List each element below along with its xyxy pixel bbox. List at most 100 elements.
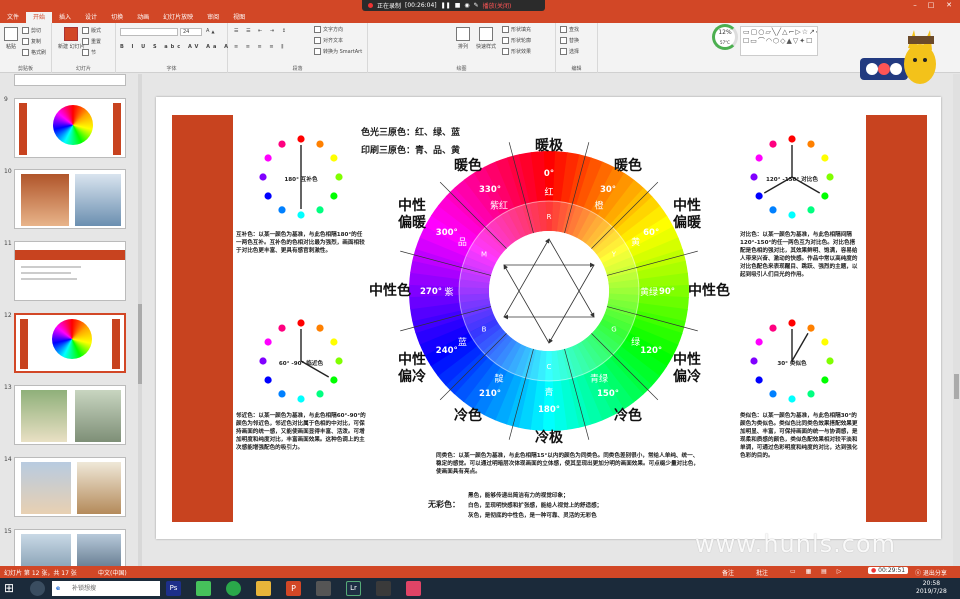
replace-button[interactable]: 替换: [560, 37, 579, 44]
color-name-label: 靛: [494, 373, 503, 385]
degree-label: 240°: [436, 346, 458, 356]
find-button[interactable]: 查找: [560, 26, 579, 33]
exit-share-button[interactable]: ⓧ 退出分享: [915, 568, 947, 577]
windows-start-icon[interactable]: ⊞: [4, 581, 19, 596]
color-wheel-slide: 0° 30° 60° 90° 120° 150° 180° 210° 240° 270° 300° 3…: [172, 115, 927, 522]
thumbnail-slide-13[interactable]: [14, 385, 126, 445]
shapes-gallery[interactable]: ▭▢○▱╲╱△⌐▷☆↗⇨⇦⇧⊂{}☐▭⌒◠⬡◇▲▽✦☐: [740, 26, 818, 56]
effects-icon: [502, 48, 509, 55]
smartart-button[interactable]: 转换为 SmartArt: [314, 48, 362, 55]
wechat-icon[interactable]: [196, 581, 211, 596]
mini-wheel-dot: [278, 324, 286, 332]
thumbnail-slide-10[interactable]: [14, 169, 126, 229]
maximize-button[interactable]: □: [926, 0, 936, 11]
camera-icon[interactable]: ◉: [464, 2, 469, 9]
align-text-button[interactable]: 对齐文本: [314, 37, 343, 44]
thumbnail-scrollbar[interactable]: [138, 74, 142, 566]
app-icon[interactable]: [316, 581, 331, 596]
slide-thumbnail-panel: 9 10 11 12 13 14 15: [0, 74, 142, 566]
powerpoint-icon[interactable]: P: [286, 581, 301, 596]
tab-insert[interactable]: 插入: [52, 12, 78, 23]
pen-icon[interactable]: ✎: [474, 2, 479, 9]
slide-scrollbar[interactable]: [953, 74, 960, 566]
thumbnail-slide-12[interactable]: [14, 313, 126, 373]
playback-status[interactable]: 播放(关闭): [483, 1, 512, 10]
close-button[interactable]: ✕: [944, 0, 954, 11]
list-buttons[interactable]: ☰ ☰ ⇤ ⇥ ↕: [234, 28, 289, 34]
mini-wheel-dot: [297, 395, 305, 403]
font-grow-button[interactable]: A ▲: [206, 28, 215, 34]
thumbnail-number: 15: [4, 528, 12, 535]
mini-wheel-dot: [788, 211, 796, 219]
taskbar-clock[interactable]: 20:58 2019/7/28: [916, 580, 947, 596]
folder-icon[interactable]: [256, 581, 271, 596]
browser-green-icon[interactable]: [226, 581, 241, 596]
thumbnail-slide-11[interactable]: [14, 241, 126, 301]
tab-home[interactable]: 开始: [26, 12, 53, 23]
minimize-button[interactable]: –: [910, 0, 920, 11]
reset-button[interactable]: 重置: [82, 38, 101, 45]
select-button[interactable]: 选择: [560, 48, 579, 55]
lightroom-icon[interactable]: Lr: [346, 581, 361, 596]
new-slide-button[interactable]: 新建 幻灯片: [58, 27, 85, 50]
color-wheel: 0° 30° 60° 90° 120° 150° 180° 210° 240° 270° 300° 3…: [400, 142, 698, 440]
tab-review[interactable]: 审阅: [200, 12, 226, 23]
view-buttons[interactable]: ▭ ▦ ▤ ▷: [790, 568, 845, 575]
shape-outline-button[interactable]: 形状轮廓: [502, 37, 531, 44]
drawing-group: ▭▢○▱╲╱△⌐▷☆↗⇨⇦⇧⊂{}☐▭⌒◠⬡◇▲▽✦☐ 排列 快速样式 形状填充…: [368, 23, 818, 73]
chat-icon[interactable]: [406, 581, 421, 596]
section-button[interactable]: 节: [82, 49, 96, 56]
thumbnail-number: 13: [4, 384, 12, 391]
mini-wheel-dot: [755, 192, 763, 200]
thumbnail-partial[interactable]: [14, 74, 126, 86]
tab-transitions[interactable]: 切换: [104, 12, 130, 23]
degree-label: 0°: [544, 169, 554, 179]
mini-wheel-dot: [821, 192, 829, 200]
comments-button[interactable]: 批注: [756, 568, 768, 577]
taskbar-search-button[interactable]: 搜索: [134, 582, 146, 595]
notes-button[interactable]: 备注: [722, 568, 734, 577]
performance-gauge[interactable]: 12% 57°C: [712, 24, 738, 50]
stop-icon[interactable]: ■: [455, 2, 461, 9]
font-style-buttons[interactable]: B I U S abc AV Aa A: [120, 44, 231, 50]
paste-button[interactable]: 粘贴: [4, 27, 18, 50]
thumbnail-slide-14[interactable]: [14, 457, 126, 517]
tab-slideshow[interactable]: 幻灯片放映: [156, 12, 200, 23]
mini-wheel-caption: 60° -90° 临近色: [279, 359, 324, 367]
pause-icon[interactable]: ❚❚: [441, 2, 451, 9]
similar-text-box: 类似色：以某一颜色为基准，与此色相隔30°的颜色为类似色。类似色比同类色效果搭配…: [740, 413, 857, 459]
thumbnail-slide-9[interactable]: [14, 98, 126, 158]
tab-animations[interactable]: 动画: [130, 12, 156, 23]
font-size-select[interactable]: 24: [180, 28, 202, 36]
mini-wheel-dot: [821, 338, 829, 346]
graduation-icon[interactable]: [376, 581, 391, 596]
cut-button[interactable]: 剪切: [22, 27, 41, 34]
arrange-button[interactable]: 排列: [456, 27, 470, 50]
tab-design[interactable]: 设计: [78, 12, 104, 23]
mini-wheel-dot: [316, 206, 324, 214]
smartart-icon: [314, 48, 321, 55]
align-buttons[interactable]: ≡ ≡ ≡ ≡ ⫼: [234, 44, 286, 50]
layout-button[interactable]: 版式: [82, 27, 101, 34]
replace-icon: [560, 37, 567, 44]
mini-wheel-caption: 30° 类似色: [777, 359, 807, 367]
shape-effects-button[interactable]: 形状效果: [502, 48, 531, 55]
thumbnail-slide-15[interactable]: [14, 529, 126, 566]
cortana-icon[interactable]: [30, 581, 45, 596]
font-family-select[interactable]: [120, 28, 178, 36]
slides-group: 新建 幻灯片 版式 重置 节 幻灯片: [52, 23, 116, 73]
copy-button[interactable]: 复制: [22, 38, 41, 45]
quick-styles-button[interactable]: 快速样式: [476, 27, 496, 50]
section-icon: [82, 49, 89, 56]
shape-fill-button[interactable]: 形状填充: [502, 26, 531, 33]
format-painter-button[interactable]: 格式刷: [22, 49, 46, 56]
photoshop-icon[interactable]: Ps: [166, 581, 181, 596]
scissors-icon: [22, 27, 29, 34]
tab-file[interactable]: 文件: [0, 12, 26, 23]
color-name-label: 橙: [594, 199, 603, 211]
slide-canvas[interactable]: 0° 30° 60° 90° 120° 150° 180° 210° 240° 270° 300° 3…: [156, 97, 941, 539]
language-status[interactable]: 中文(中国): [98, 568, 127, 577]
tab-view[interactable]: 视图: [226, 12, 252, 23]
text-direction-button[interactable]: 文字方向: [314, 26, 343, 33]
right-accent-bar: [866, 115, 927, 522]
